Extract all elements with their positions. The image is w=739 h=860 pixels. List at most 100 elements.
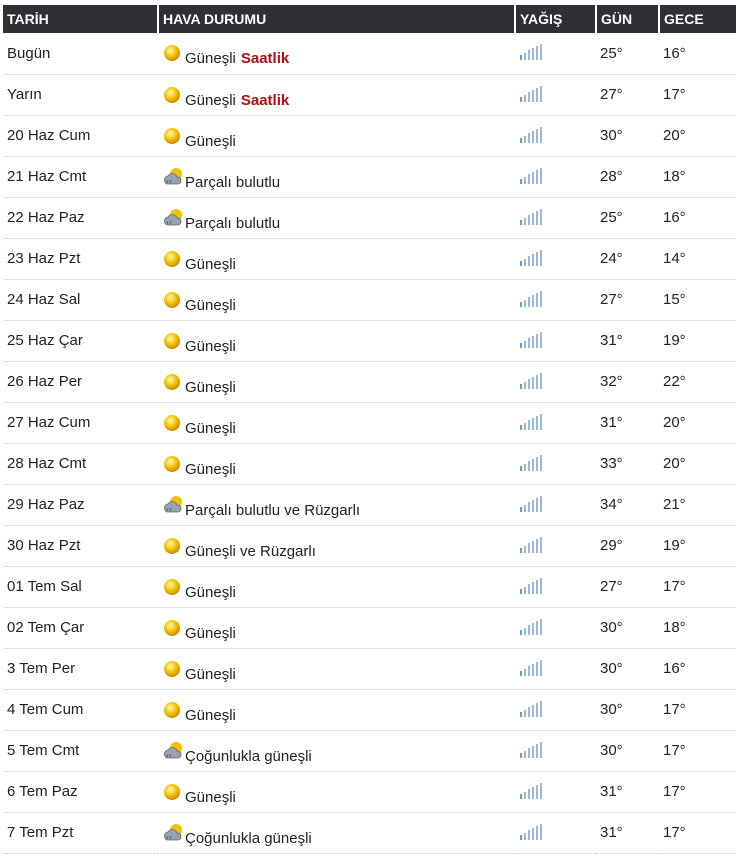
precip-cell [515,484,596,526]
sun-icon [162,578,184,599]
day-temp: 29° [596,525,659,567]
condition-text: Güneşli [185,788,236,806]
sun-icon [162,455,184,476]
date-cell: 3 Tem Per [3,648,158,690]
date-cell: Bugün [3,33,158,75]
date-cell: 4 Tem Cum [3,689,158,731]
table-row: 02 Tem Çar Güneşli 30° 18° [3,607,736,649]
table-row: Yarın Güneşli Saatlik 27° 17° [3,74,736,116]
table-header-row: TARİH HAVA DURUMU YAĞIŞ GÜN GECE [3,5,736,33]
night-temp: 18° [659,607,736,649]
condition-cell: Parçalı bulutlu [158,197,515,239]
rain-bars-icon [519,536,543,554]
partly-cloudy-icon [162,741,184,763]
condition-cell: Çoğunlukla güneşli [158,812,515,854]
condition-cell: Güneşli [158,689,515,731]
night-temp: 17° [659,689,736,731]
condition-text: Güneşli [185,419,236,437]
condition-cell: Güneşli [158,402,515,444]
date-cell: 22 Haz Paz [3,197,158,239]
rain-bars-icon [519,126,543,144]
day-temp: 27° [596,566,659,608]
rain-bars-icon [519,741,543,759]
day-temp: 30° [596,115,659,157]
hourly-link[interactable]: Saatlik [241,50,289,67]
date-cell: 7 Tem Pzt [3,812,158,854]
forecast-table: TARİH HAVA DURUMU YAĞIŞ GÜN GECE Bugün Gü… [3,5,736,854]
night-temp: 20° [659,115,736,157]
header-night: GECE [659,5,736,33]
condition-text: Parçalı bulutlu [185,173,281,191]
day-temp: 30° [596,730,659,772]
rain-bars-icon [519,249,543,267]
date-cell: 21 Haz Cmt [3,156,158,198]
day-temp: 28° [596,156,659,198]
table-row: 20 Haz Cum Güneşli 30° 20° [3,115,736,157]
date-cell: 5 Tem Cmt [3,730,158,772]
precip-cell [515,238,596,280]
night-temp: 16° [659,648,736,690]
hourly-link[interactable]: Saatlik [241,92,289,109]
sun-icon [162,537,184,558]
partly-cloudy-icon [162,167,184,189]
precip-cell [515,197,596,239]
night-temp: 17° [659,771,736,813]
condition-text: Güneşli [185,665,236,683]
precip-cell [515,443,596,485]
condition-text: Parçalı bulutlu ve Rüzgarlı [185,501,361,519]
rain-bars-icon [519,167,543,185]
night-temp: 19° [659,525,736,567]
date-cell: 30 Haz Pzt [3,525,158,567]
condition-cell: Güneşli [158,771,515,813]
rain-bars-icon [519,372,543,390]
precip-cell [515,566,596,608]
condition-text: Güneşli [185,337,236,355]
condition-text: Güneşli ve Rüzgarlı [185,542,316,560]
date-cell: Yarın [3,74,158,116]
night-temp: 16° [659,197,736,239]
rain-bars-icon [519,290,543,308]
rain-bars-icon [519,495,543,513]
sun-icon [162,619,184,640]
date-cell: 6 Tem Paz [3,771,158,813]
table-row: 29 Haz Paz Parçalı bulutlu ve Rüzgarlı 34°… [3,484,736,526]
precip-cell [515,361,596,403]
precip-cell [515,74,596,116]
rain-bars-icon [519,85,543,103]
table-row: 01 Tem Sal Güneşli 27° 17° [3,566,736,608]
condition-cell: Güneşli [158,566,515,608]
condition-cell: Güneşli [158,320,515,362]
condition-text: Güneşli [185,255,236,273]
rain-bars-icon [519,700,543,718]
day-temp: 34° [596,484,659,526]
condition-text: Güneşli [185,378,236,396]
condition-cell: Güneşli [158,238,515,280]
date-cell: 25 Haz Çar [3,320,158,362]
precip-cell [515,730,596,772]
table-row: 27 Haz Cum Güneşli 31° 20° [3,402,736,444]
night-temp: 16° [659,33,736,75]
day-temp: 31° [596,771,659,813]
sun-icon [162,45,184,65]
table-row: 3 Tem Per Güneşli 30° 16° [3,648,736,690]
header-date: TARİH [3,5,159,33]
table-row: 28 Haz Cmt Güneşli 33° 20° [3,443,736,485]
condition-cell: Güneşli [158,443,515,485]
forecast-rows: Bugün Güneşli Saatlik 25° 16° Yarın Güneşli Saa… [3,33,736,854]
precip-cell [515,320,596,362]
night-temp: 17° [659,74,736,116]
condition-cell: Güneşli [158,648,515,690]
precip-cell [515,115,596,157]
day-temp: 30° [596,689,659,731]
condition-cell: Güneşli Saatlik [158,33,515,75]
condition-text: Güneşli [185,132,236,150]
night-temp: 20° [659,443,736,485]
condition-text: Güneşli [185,296,236,314]
rain-bars-icon [519,43,543,61]
sun-icon [162,250,184,271]
date-cell: 28 Haz Cmt [3,443,158,485]
rain-bars-icon [519,659,543,677]
rain-bars-icon [519,454,543,472]
rain-bars-icon [519,413,543,431]
day-temp: 27° [596,74,659,116]
